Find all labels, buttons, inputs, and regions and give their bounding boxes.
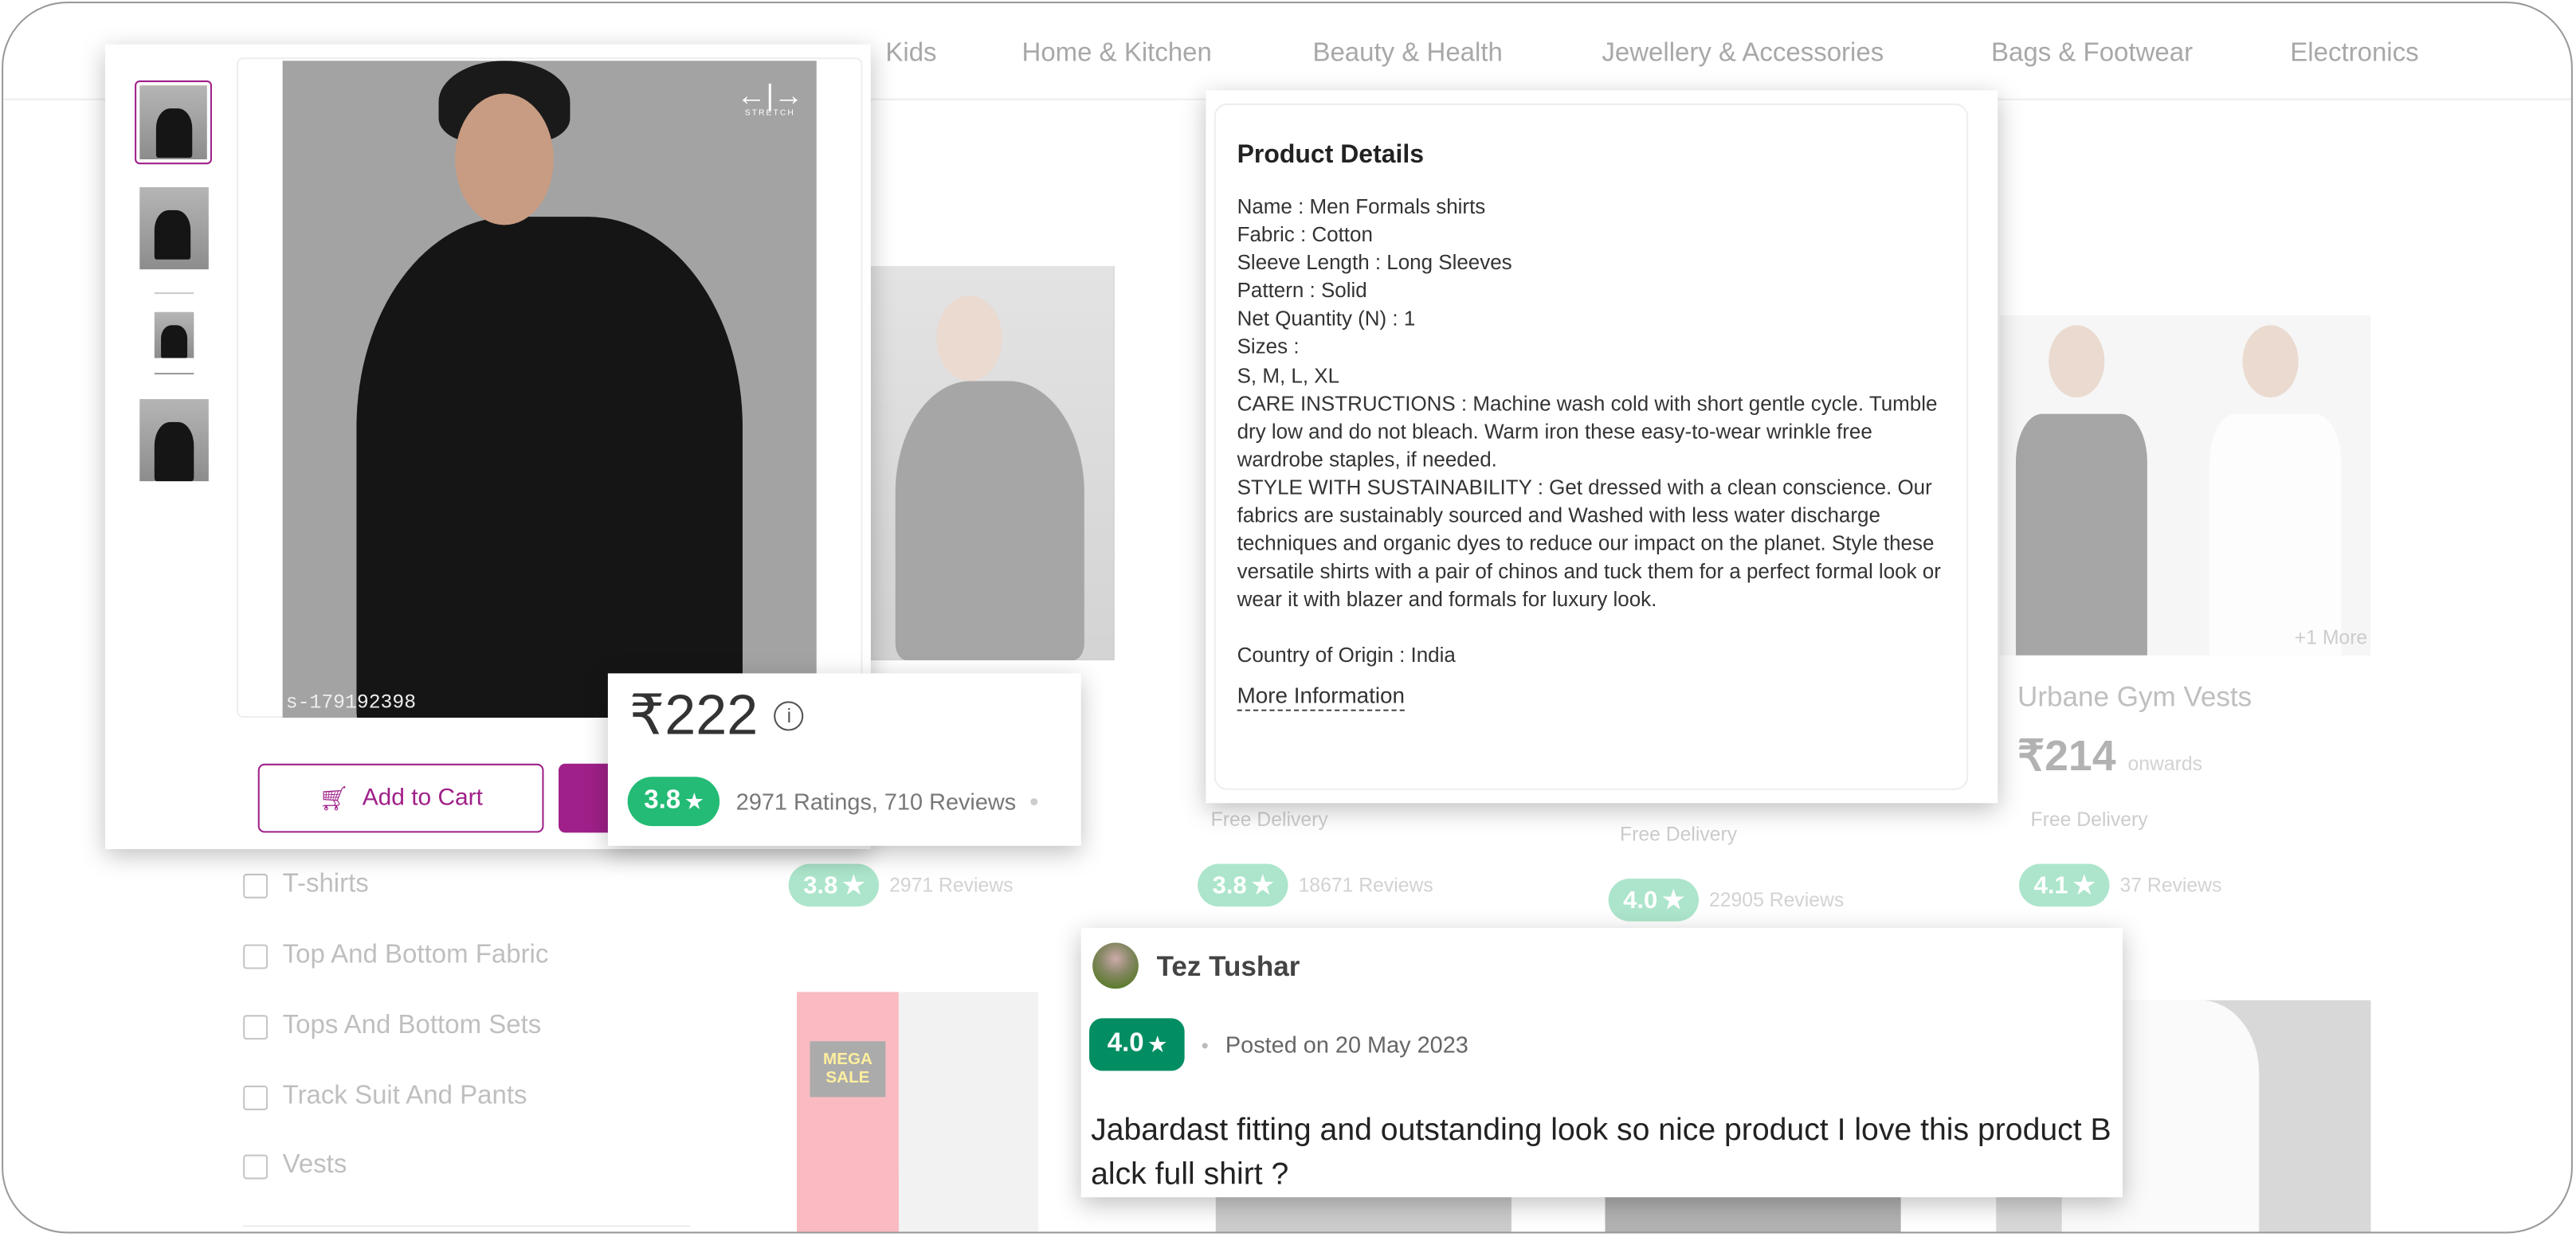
detail-line: Name : Men Formals shirts [1237, 195, 1486, 219]
star-icon: ★ [1662, 887, 1685, 915]
filter-track-suit[interactable]: Track Suit And Pants [243, 1082, 527, 1112]
more-information-link[interactable]: More Information [1237, 681, 1406, 710]
detail-line: Sizes : [1237, 335, 1300, 359]
free-delivery-label: Free Delivery [1210, 808, 1328, 832]
rating-badge: 3.8 ★ [627, 777, 720, 827]
product-image[interactable] [870, 266, 1114, 660]
nav-jewellery[interactable]: Jewellery & Accessories [1602, 39, 1884, 69]
card-rating: 3.8 ★ 2971 Reviews [788, 863, 1014, 907]
nav-bags-footwear[interactable]: Bags & Footwear [1991, 39, 2193, 69]
card-price: ₹214 [2017, 730, 2116, 781]
detail-line: STYLE WITH SUSTAINABILITY : Get dressed … [1237, 476, 1941, 612]
checkbox[interactable] [243, 1084, 269, 1110]
product-image[interactable] [1215, 1194, 1511, 1232]
divider [243, 1225, 690, 1227]
sku-label: s-179192398 [285, 691, 417, 714]
checkbox[interactable] [243, 1153, 269, 1179]
country-of-origin: Country of Origin : India [1237, 644, 1456, 667]
filter-top-bottom-fabric[interactable]: Top And Bottom Fabric [243, 941, 548, 970]
dot-separator: ● [1201, 1037, 1210, 1052]
checkbox[interactable] [243, 943, 269, 969]
detail-line: S, M, L, XL [1237, 363, 1340, 387]
cart-icon: 🛒︎ [319, 785, 350, 812]
stretch-icon: ←|→ STRETCH [736, 78, 804, 119]
review-popup: Tez Tushar 4.0 ★ ● Posted on 20 May 2023 … [1080, 927, 2123, 1198]
price-suffix: onwards [2127, 752, 2203, 776]
product-image[interactable] [1605, 1194, 1901, 1232]
detail-line: Fabric : Cotton [1237, 223, 1373, 247]
detail-line: Net Quantity (N) : 1 [1237, 307, 1416, 331]
mega-sale-banner: MEGA SALE [797, 992, 899, 1232]
ratings-count[interactable]: 2971 Ratings, 710 Reviews [736, 789, 1016, 815]
card-rating: 4.0 ★ 22905 Reviews [1608, 879, 1844, 922]
card-rating: 3.8 ★ 18671 Reviews [1198, 863, 1433, 907]
product-image[interactable] [898, 992, 1039, 1232]
checkbox[interactable] [243, 1014, 269, 1039]
detail-line: Sleeve Length : Long Sleeves [1237, 251, 1512, 275]
free-delivery-label: Free Delivery [1620, 823, 1738, 846]
price: ₹222 [629, 684, 759, 748]
card-title[interactable]: Urbane Gym Vests [2017, 682, 2252, 714]
thumbnail-1[interactable] [135, 80, 212, 165]
star-icon: ★ [1251, 871, 1274, 900]
reviewer-name: Tez Tushar [1156, 950, 1300, 983]
add-to-cart-button[interactable]: 🛒︎ Add to Cart [257, 763, 544, 833]
details-title: Product Details [1237, 141, 1425, 170]
nav-kids[interactable]: Kids [885, 39, 936, 69]
nav-electronics[interactable]: Electronics [2290, 39, 2418, 69]
review-date: Posted on 20 May 2023 [1225, 1031, 1468, 1058]
info-icon[interactable]: i [774, 701, 805, 731]
product-details-popup: Product Details Name : Men Formals shirt… [1206, 90, 1998, 804]
more-variants-label: +1 More [2294, 625, 2368, 649]
divider [154, 292, 194, 295]
nav-home-kitchen[interactable]: Home & Kitchen [1022, 39, 1212, 69]
detail-line: Pattern : Solid [1237, 280, 1367, 303]
thumbnail-2[interactable] [139, 187, 209, 270]
thumbnail-4[interactable] [139, 399, 209, 482]
detail-line: CARE INSTRUCTIONS : Machine wash cold wi… [1237, 392, 1938, 472]
filter-tshirts[interactable]: T-shirts [243, 871, 369, 900]
review-text: Jabardast fitting and outstanding look s… [1091, 1113, 2111, 1192]
card-rating: 4.1 ★ 37 Reviews [2019, 863, 2221, 907]
star-icon: ★ [685, 789, 704, 813]
filter-vests[interactable]: Vests [243, 1151, 347, 1180]
browser-frame: Kids Home & Kitchen Beauty & Health Jewe… [2, 2, 2573, 1234]
avatar [1092, 942, 1139, 989]
product-image[interactable]: +1 More [1999, 315, 2371, 656]
star-icon: ★ [2072, 871, 2096, 900]
dot-separator: ● [1029, 792, 1040, 811]
star-icon: ★ [1148, 1032, 1166, 1056]
main-product-image[interactable]: ←|→ STRETCH s-179192398 [282, 61, 817, 718]
divider [154, 373, 194, 375]
star-icon: ★ [842, 871, 865, 900]
nav-beauty-health[interactable]: Beauty & Health [1312, 39, 1502, 69]
price-popup: ₹222 i 3.8 ★ 2971 Ratings, 710 Reviews ● [607, 673, 1081, 846]
free-delivery-label: Free Delivery [2030, 808, 2148, 832]
review-rating-badge: 4.0 ★ [1089, 1018, 1185, 1071]
thumbnail-3[interactable] [154, 311, 194, 358]
filter-tops-bottom-sets[interactable]: Tops And Bottom Sets [243, 1012, 541, 1041]
checkbox[interactable] [243, 872, 269, 898]
